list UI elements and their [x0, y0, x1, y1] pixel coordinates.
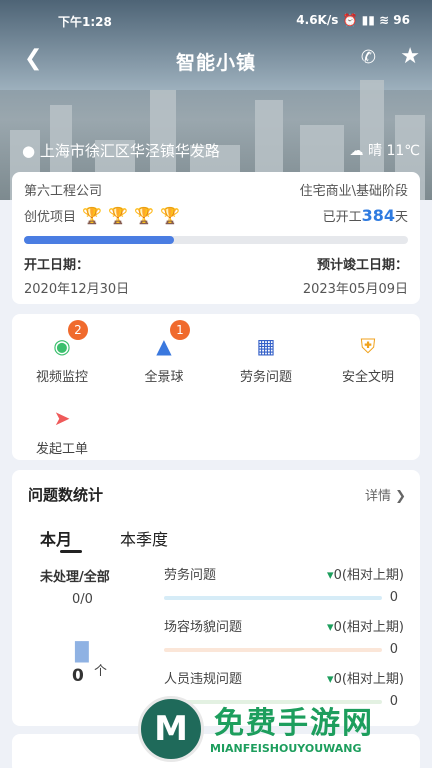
stat-delta: ▾0(相对上期) [327, 616, 404, 635]
project-row: 创优项目 🏆 🏆 🏆 🏆 已开工384天 [24, 206, 408, 225]
title-bar: ❮ 智能小镇 ✆ ★ [0, 40, 432, 80]
video-badge: 2 [68, 320, 88, 340]
tab-quarter[interactable]: 本季度 [120, 526, 168, 550]
star-icon[interactable]: ★ [400, 44, 420, 69]
status-bar: 下午1:28 4.6K/s ⏰ ▮▮ ≋ 96 [0, 0, 432, 40]
unprocessed-value: 0/0 [72, 592, 93, 607]
started-prefix: 已开工 [322, 210, 362, 225]
watermark-title: 免费手游网 [214, 706, 374, 741]
start-date-label: 开工日期： [24, 258, 90, 273]
trophy-icon: 🏆 [108, 206, 129, 225]
project-card[interactable]: 第六工程公司 住宅商业\基础阶段 创优项目 🏆 🏆 🏆 🏆 已开工384天 开工… [12, 172, 420, 304]
menu-item-label: 视频监控 [35, 370, 88, 385]
stat-delta-text: 0(相对上期) [333, 672, 404, 687]
phone-icon[interactable]: ✆ [361, 47, 376, 68]
document-icon: ▦ [256, 334, 276, 358]
menu-card: 2 ◉ 视频监控 1 ▲ 全景球 ▦ 劳务问题 ⛨ 安全文明 ➤ 发起工单 [12, 314, 420, 460]
started-days: 已开工384天 [323, 206, 408, 225]
stat-bar [164, 648, 382, 652]
watermark-subtitle: MIANFEISHOUYOUWANG [210, 742, 362, 755]
trophy-icon: 🏆 [134, 206, 155, 225]
send-icon: ➤ [53, 406, 71, 430]
days-count: 384 [361, 206, 395, 225]
days-suffix: 天 [394, 210, 408, 225]
excellence-label: 创优项目 [24, 210, 77, 225]
project-stage: 住宅商业\基础阶段 [299, 184, 408, 199]
stat-value: 0 [389, 590, 398, 605]
panorama-badge: 1 [170, 320, 190, 340]
menu-item-label: 安全文明 [341, 370, 394, 385]
menu-item-labor[interactable]: ▦ 劳务问题 [226, 332, 306, 385]
menu-item-workorder[interactable]: ➤ 发起工单 [22, 404, 102, 457]
end-date-label: 预计竣工日期： [316, 258, 408, 273]
stat-delta-text: 0(相对上期) [333, 568, 404, 583]
end-date: 2023年05月09日 [302, 282, 408, 297]
issue-count: 0 [72, 666, 84, 686]
cloud-icon: ☁ [349, 143, 364, 159]
location-pin-icon: ● [22, 142, 36, 160]
unprocessed-label: 未处理/全部 [40, 570, 110, 585]
location-address: 上海市徐汇区华泾镇华发路 [39, 142, 220, 160]
menu-item-label: 全景球 [144, 370, 184, 385]
stat-delta: ▾0(相对上期) [327, 564, 404, 583]
stats-card: 问题数统计 详情 ❯ 本月 本季度 未处理/全部 0/0 ▐▌ 0 个 劳务问题… [12, 470, 420, 726]
weather-text: 晴 11℃ [368, 143, 420, 159]
trophy-icon: 🏆 [160, 206, 181, 225]
stat-label: 劳务问题 [164, 568, 217, 583]
start-date: 2020年12月30日 [24, 282, 130, 297]
project-row: 开工日期： 预计竣工日期： [24, 254, 408, 273]
details-label: 详情 [364, 489, 391, 504]
stat-bar [164, 596, 382, 600]
chevron-right-icon: ❯ [395, 489, 406, 504]
menu-item-label: 发起工单 [35, 442, 88, 457]
stat-delta: ▾0(相对上期) [327, 668, 404, 687]
project-row: 第六工程公司 住宅商业\基础阶段 [24, 180, 408, 199]
bar-chart-icon: ▐▌ [68, 642, 96, 663]
watermark: M 免费手游网 MIANFEISHOUYOUWANG [130, 690, 432, 768]
progress-fill [24, 236, 174, 244]
weather: ☁ 晴 11℃ [350, 140, 420, 160]
progress-bar [24, 236, 408, 244]
trophy-icon: 🏆 [82, 206, 103, 225]
active-tab-indicator [60, 550, 82, 553]
status-indicators: 4.6K/s ⏰ ▮▮ ≋ 96 [296, 13, 410, 27]
stat-label: 人员违规问题 [164, 672, 243, 687]
menu-item-panorama[interactable]: 1 ▲ 全景球 [124, 320, 204, 385]
company-name: 第六工程公司 [24, 184, 103, 199]
stat-delta-text: 0(相对上期) [333, 620, 404, 635]
menu-item-safety[interactable]: ⛨ 安全文明 [328, 332, 408, 385]
shield-icon: ⛨ [360, 334, 376, 358]
project-row: 2020年12月30日 2023年05月09日 [24, 278, 408, 297]
stat-label: 场容场貌问题 [164, 620, 243, 635]
stats-title: 问题数统计 [28, 486, 104, 504]
stat-value: 0 [389, 642, 398, 657]
details-link[interactable]: 详情 ❯ [365, 485, 406, 504]
menu-item-label: 劳务问题 [239, 370, 292, 385]
tab-month[interactable]: 本月 [40, 526, 72, 550]
location: ● 上海市徐汇区华泾镇华发路 [22, 140, 220, 161]
status-time: 下午1:28 [58, 15, 112, 29]
issue-count-unit: 个 [94, 664, 108, 679]
menu-item-video[interactable]: 2 ◉ 视频监控 [22, 320, 102, 385]
watermark-logo-icon: M [138, 696, 204, 762]
